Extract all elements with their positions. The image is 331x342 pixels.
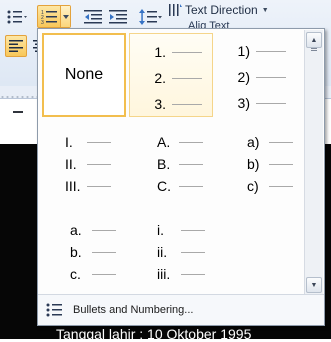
bullets-icon — [7, 10, 27, 24]
document-text: Tanggal lahir : 10 Oktober 1995 — [56, 326, 252, 342]
numbering-option-alpha-lower-dot[interactable]: a. b. c. — [42, 207, 126, 291]
chevron-up-icon: ▲ — [310, 36, 318, 44]
list-item: 3) — [234, 94, 286, 112]
list-item: b) — [247, 155, 293, 173]
list-item: I. — [65, 133, 111, 151]
bullets-and-numbering-label: Bullets and Numbering... — [73, 304, 194, 316]
align-left-icon — [9, 40, 23, 52]
scroll-down-button[interactable]: ▼ — [306, 277, 322, 293]
text-direction-icon — [169, 4, 182, 16]
numbering-option-roman-upper[interactable]: I. II. III. — [42, 120, 126, 204]
numbering-option-numbers-dot[interactable]: 1. 2. 3. — [129, 33, 213, 117]
decrease-indent-button[interactable] — [82, 6, 104, 28]
chevron-down-icon: ▼ — [261, 6, 269, 14]
list-item: 2. — [150, 69, 202, 87]
numbering-option-alpha-lower-paren[interactable]: a) b) c) — [216, 120, 300, 204]
list-item: iii. — [157, 265, 205, 283]
numbering-option-roman-lower[interactable]: i. ii. iii. — [129, 207, 213, 291]
decrease-indent-icon — [84, 10, 102, 24]
vertical-ruler-mark — [13, 111, 23, 113]
list-item: c) — [247, 177, 293, 195]
increase-indent-button[interactable] — [107, 6, 129, 28]
numbering-button[interactable]: 1 2 3 — [37, 5, 71, 28]
list-item: B. — [157, 155, 203, 173]
numbering-library-gallery: None 1. 2. 3. 1) 2) 3) I. II. III. A. B.… — [37, 28, 325, 326]
list-item: A. — [157, 133, 203, 151]
align-left-button[interactable] — [5, 35, 27, 57]
list-item: a) — [247, 133, 293, 151]
svg-text:3: 3 — [41, 20, 44, 25]
list-item: III. — [65, 177, 111, 195]
list-item: C. — [157, 177, 203, 195]
list-item: II. — [65, 155, 111, 173]
ruler-ticks — [0, 95, 40, 99]
numbering-icon: 1 2 3 — [41, 10, 57, 25]
line-spacing-button[interactable] — [138, 6, 164, 28]
list-item: c. — [70, 265, 116, 283]
text-direction-label: Text Direction — [185, 3, 258, 17]
increase-indent-icon — [109, 10, 127, 24]
bullets-and-numbering-icon — [46, 303, 62, 317]
numbering-none-label: None — [64, 66, 104, 83]
list-item: ii. — [157, 243, 205, 261]
list-item: 1) — [234, 42, 286, 60]
numbering-option-alpha-upper[interactable]: A. B. C. — [129, 120, 213, 204]
list-item: i. — [157, 221, 205, 239]
list-item: 1. — [150, 43, 202, 61]
numbering-dropdown-arrow[interactable] — [60, 6, 70, 27]
chevron-down-icon: ▼ — [310, 281, 318, 289]
chevron-down-icon — [62, 14, 69, 19]
list-item: 3. — [150, 95, 202, 113]
numbering-none-option[interactable]: None — [42, 33, 126, 117]
list-item: b. — [70, 243, 116, 261]
list-item: a. — [70, 221, 116, 239]
scroll-grip-icon — [311, 48, 317, 52]
numbering-option-numbers-paren[interactable]: 1) 2) 3) — [216, 33, 300, 117]
line-spacing-icon — [139, 9, 162, 25]
list-item: 2) — [234, 68, 286, 86]
scroll-up-button[interactable]: ▲ — [306, 32, 322, 48]
bullets-and-numbering-menu-item[interactable]: Bullets and Numbering... — [38, 294, 324, 325]
bullets-button[interactable] — [4, 6, 30, 28]
text-direction-button[interactable]: Text Direction ▼ — [168, 2, 269, 18]
gallery-scrollbar[interactable]: ▲ ▼ — [304, 30, 323, 295]
